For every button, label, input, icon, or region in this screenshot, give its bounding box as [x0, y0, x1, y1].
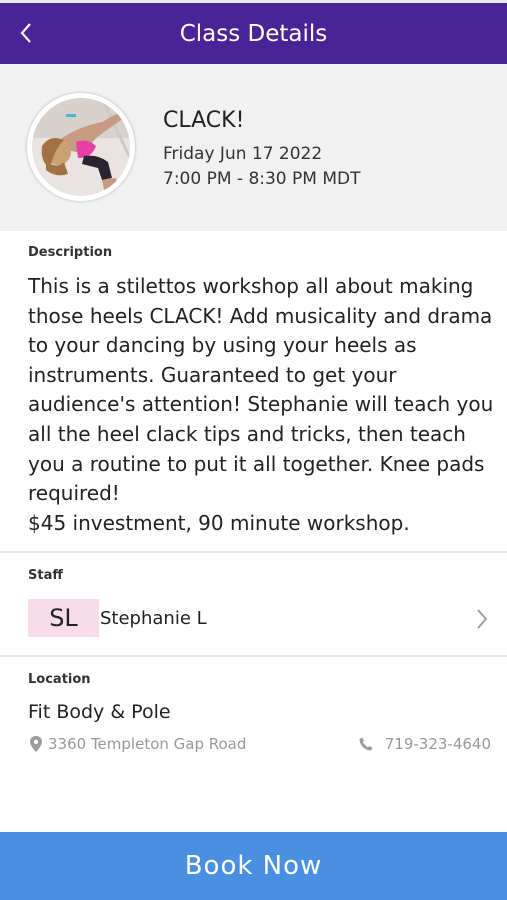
page-title: Class Details — [179, 20, 328, 47]
staff-name: Stephanie L — [100, 608, 207, 629]
class-date: Friday Jun 17 2022 — [163, 144, 323, 164]
location-name: Fit Body & Pole — [28, 701, 171, 723]
chevron-right-icon — [477, 609, 488, 629]
map-marker-icon — [30, 736, 42, 752]
class-image — [27, 93, 135, 201]
back-button[interactable] — [8, 11, 44, 55]
location-label: Location — [28, 672, 91, 687]
divider — [0, 551, 507, 553]
staff-row[interactable]: SL Stephanie L — [0, 596, 507, 642]
phone-text: 719-323-4640 — [384, 735, 491, 753]
chevron-left-icon — [20, 23, 31, 43]
description-label: Description — [28, 245, 113, 260]
staff-label: Staff — [28, 568, 63, 583]
book-now-button[interactable]: Book Now — [0, 832, 507, 900]
address-text: 3360 Templeton Gap Road — [48, 735, 247, 753]
class-time: 7:00 PM - 8:30 PM MDT — [163, 169, 361, 189]
dancer-photo — [32, 98, 130, 196]
divider — [0, 655, 507, 657]
class-summary: CLACK! Friday Jun 17 2022 7:00 PM - 8:30… — [0, 64, 507, 231]
phone-icon — [359, 737, 373, 751]
app-header: Class Details — [0, 0, 507, 64]
staff-avatar: SL — [28, 599, 99, 637]
location-phone[interactable]: 719-323-4640 — [359, 734, 491, 754]
class-name: CLACK! — [163, 108, 245, 133]
location-address[interactable]: 3360 Templeton Gap Road — [30, 734, 246, 754]
description-text: This is a stilettos workshop all about m… — [28, 274, 494, 535]
